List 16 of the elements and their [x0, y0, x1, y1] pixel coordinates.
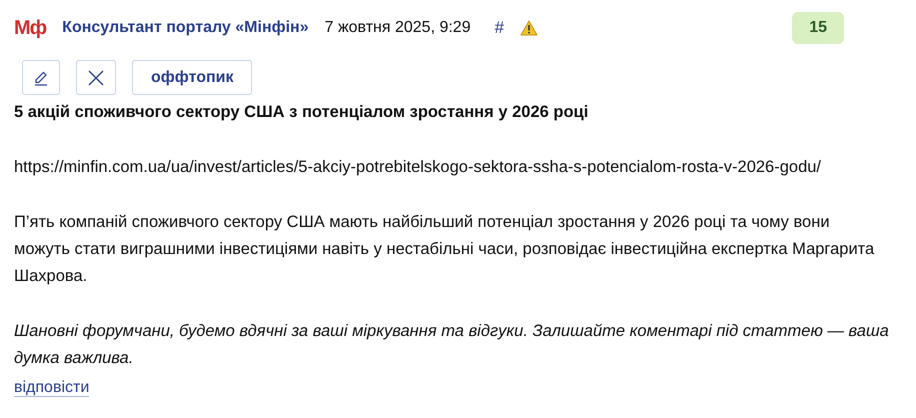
post-title: 5 акцій споживчого сектору США з потенціалом зростання у 2026 році	[14, 102, 590, 123]
post-date: 7 жовтня 2025, 9:29	[324, 18, 471, 38]
close-icon	[87, 68, 105, 86]
logo: Мф	[14, 16, 46, 41]
reply-link[interactable]: відповісти	[14, 379, 90, 397]
pencil-icon	[33, 70, 49, 86]
post-note: Шановні форумчани, будемо вдячні за ваші міркування та відгуки. Залишайте коментарі під статтею — ваша думка важлива.	[14, 321, 890, 369]
author-link[interactable]: Консультант порталу «Мінфін»	[62, 16, 309, 40]
article-url: https://minfin.com.ua/ua/invest/articles/5-akciy-potrebitelskogo-sektora-ssha-s-potencialom-rosta-v-2026-godu/	[14, 157, 822, 178]
edit-button[interactable]	[22, 60, 60, 95]
close-button[interactable]	[76, 60, 116, 95]
permalink[interactable]: #	[494, 15, 504, 41]
warning-icon[interactable]	[520, 20, 538, 36]
post-body: П’ять компаній споживчого сектору США мають найбільший потенціал зростання у 2026 році та чому вони можуть стати виграшними інвестиціями навіть у нестабільні часи, розповідає інвестиційна експертка Маргарита Шахрова.	[14, 212, 876, 287]
rating-score: 15	[792, 12, 844, 44]
offtopic-button[interactable]: оффтопик	[132, 60, 252, 95]
